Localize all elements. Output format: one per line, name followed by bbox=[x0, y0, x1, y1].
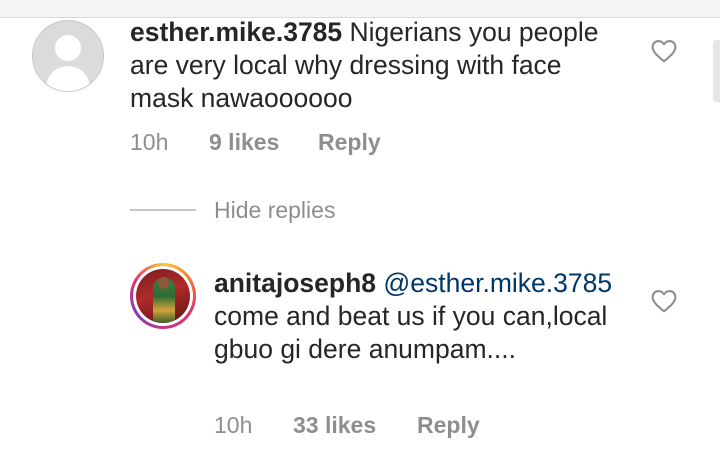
hide-replies-divider bbox=[130, 209, 196, 211]
reply-button[interactable]: Reply bbox=[318, 127, 381, 157]
reply-body: anitajoseph8 @esther.mike.3785 come and … bbox=[214, 267, 634, 366]
reply-button[interactable]: Reply bbox=[417, 410, 480, 440]
comment-likes[interactable]: 9 likes bbox=[209, 127, 279, 157]
heart-icon[interactable] bbox=[651, 289, 677, 313]
scroll-indicator[interactable] bbox=[713, 40, 720, 102]
avatar[interactable] bbox=[130, 263, 196, 329]
heart-icon[interactable] bbox=[651, 39, 677, 63]
comment-time: 10h bbox=[130, 129, 169, 155]
comment-body: esther.mike.3785 Nigerians you people ar… bbox=[130, 16, 610, 115]
profile-photo bbox=[136, 269, 190, 323]
default-avatar-body bbox=[46, 66, 90, 91]
reply-likes[interactable]: 33 likes bbox=[293, 410, 376, 440]
comment-username[interactable]: esther.mike.3785 bbox=[130, 17, 342, 47]
reply-text: come and beat us if you can,local gbuo g… bbox=[214, 301, 608, 364]
reply-username[interactable]: anitajoseph8 bbox=[214, 268, 376, 298]
avatar-ring-gap bbox=[133, 266, 193, 326]
avatar[interactable] bbox=[32, 20, 104, 92]
photo-face bbox=[158, 277, 169, 289]
reply-mention[interactable]: @esther.mike.3785 bbox=[383, 268, 612, 298]
comments-screen: esther.mike.3785 Nigerians you people ar… bbox=[0, 0, 720, 456]
reply-time: 10h bbox=[214, 412, 253, 438]
hide-replies-label[interactable]: Hide replies bbox=[214, 196, 335, 224]
default-avatar-head bbox=[55, 35, 81, 61]
